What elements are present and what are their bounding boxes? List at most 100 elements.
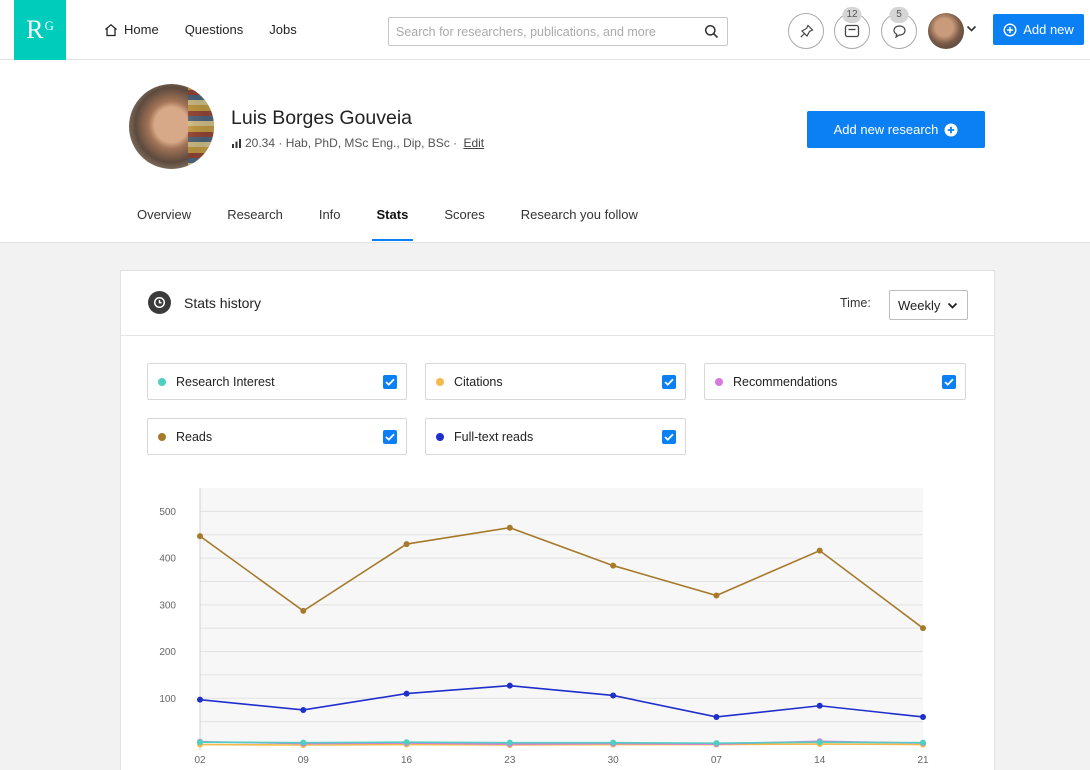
- time-select-value: Weekly: [898, 297, 941, 313]
- check-icon: [944, 378, 954, 386]
- time-select[interactable]: Weekly: [889, 290, 968, 320]
- home-icon: [105, 23, 117, 36]
- notifications-button[interactable]: 5: [881, 7, 917, 49]
- legend-dot: [158, 377, 166, 386]
- messages-button[interactable]: 12: [834, 7, 870, 49]
- bar-chart-icon: [232, 138, 241, 148]
- avatar-background: [188, 84, 214, 169]
- data-point: [610, 739, 617, 746]
- data-point: [300, 706, 307, 713]
- edit-link[interactable]: Edit: [463, 136, 484, 150]
- logo-text: R: [26, 15, 44, 44]
- chevron-down-icon[interactable]: [966, 25, 977, 33]
- x-tick-label: 21: [917, 755, 929, 766]
- data-point: [713, 592, 720, 599]
- nav-links: Home Questions Jobs: [104, 22, 323, 37]
- data-point: [506, 682, 513, 689]
- profile-name[interactable]: Luis Borges Gouveia: [231, 107, 412, 130]
- pin-icon: [799, 23, 814, 38]
- legend-label: Reads: [176, 429, 213, 444]
- search-input[interactable]: [389, 18, 689, 45]
- data-point: [506, 739, 513, 746]
- stats-line-chart: 100 200 300 400 500 02 09 16 23 30 07 14 21: [159, 488, 929, 766]
- data-point: [920, 625, 926, 632]
- legend-label: Citations: [454, 374, 503, 389]
- data-point: [610, 692, 617, 699]
- data-point: [920, 739, 926, 746]
- tab-research-you-follow[interactable]: Research you follow: [521, 207, 638, 241]
- data-point: [300, 739, 307, 746]
- stats-card-header: Stats history Time: Weekly: [121, 271, 994, 336]
- y-tick-label: 500: [159, 507, 176, 518]
- legend-research-interest[interactable]: Research Interest: [147, 363, 407, 400]
- checkbox-research-interest[interactable]: [383, 375, 397, 389]
- y-tick-label: 300: [159, 600, 176, 611]
- profile-avatar[interactable]: [129, 84, 214, 169]
- check-icon: [385, 378, 395, 386]
- nav-home[interactable]: Home: [104, 22, 159, 37]
- requests-button[interactable]: [788, 13, 824, 49]
- legend-citations[interactable]: Citations: [425, 363, 686, 400]
- x-tick-label: 23: [504, 755, 516, 766]
- profile-meta: 20.34 · Hab, PhD, MSc Eng., Dip, BSc · E…: [232, 136, 484, 150]
- x-tick-label: 16: [401, 755, 413, 766]
- tab-stats[interactable]: Stats: [371, 207, 414, 241]
- data-point: [816, 547, 823, 554]
- legend-label: Full-text reads: [454, 429, 534, 444]
- add-new-research-button[interactable]: Add new research: [807, 111, 985, 148]
- data-point: [920, 713, 926, 720]
- stats-title-text: Stats history: [184, 294, 262, 311]
- plus-circle-icon: [944, 123, 958, 136]
- data-point: [506, 524, 513, 531]
- y-tick-label: 100: [159, 694, 176, 705]
- data-point: [610, 562, 617, 569]
- tab-scores[interactable]: Scores: [444, 207, 484, 241]
- add-new-label: Add new: [1023, 22, 1074, 37]
- y-tick-label: 400: [159, 554, 176, 565]
- profile-tabs: Overview Research Info Stats Scores Rese…: [137, 207, 674, 241]
- search-box: [388, 17, 728, 46]
- nav-jobs-label: Jobs: [269, 22, 297, 37]
- time-label: Time:: [840, 296, 871, 310]
- checkbox-full-text-reads[interactable]: [662, 430, 676, 444]
- legend-full-text-reads[interactable]: Full-text reads: [425, 418, 686, 455]
- data-point: [197, 696, 203, 703]
- data-point: [197, 739, 203, 746]
- x-tick-label: 14: [814, 755, 826, 766]
- notifications-badge: 5: [889, 7, 909, 23]
- tab-overview[interactable]: Overview: [137, 207, 191, 241]
- checkbox-reads[interactable]: [383, 430, 397, 444]
- chevron-down-icon: [947, 302, 958, 309]
- data-point: [300, 607, 307, 614]
- search-icon[interactable]: [704, 24, 719, 39]
- user-avatar[interactable]: [928, 13, 964, 49]
- tab-research[interactable]: Research: [227, 207, 283, 241]
- profile-degrees: Hab, PhD, MSc Eng., Dip, BSc: [285, 136, 450, 150]
- add-new-button[interactable]: Add new: [993, 14, 1084, 45]
- data-point: [713, 740, 720, 747]
- legend-dot: [158, 432, 166, 441]
- legend-recommendations[interactable]: Recommendations: [704, 363, 966, 400]
- data-point: [816, 702, 823, 709]
- y-tick-label: 200: [159, 647, 176, 658]
- data-point: [403, 739, 410, 746]
- meta-separator-2: ·: [449, 136, 461, 150]
- data-point: [403, 690, 410, 697]
- meta-separator: ·: [275, 136, 286, 150]
- nav-jobs[interactable]: Jobs: [269, 22, 296, 37]
- logo-sup: G: [44, 18, 54, 33]
- x-tick-label: 30: [608, 755, 620, 766]
- clock-icon: [148, 291, 171, 314]
- check-icon: [385, 433, 395, 441]
- nav-questions-label: Questions: [184, 22, 244, 37]
- x-tick-label: 07: [711, 755, 723, 766]
- top-navigation: RG Home Questions Jobs 12 5 Add new: [0, 0, 1090, 60]
- nav-questions[interactable]: Questions: [185, 22, 244, 37]
- checkbox-citations[interactable]: [662, 375, 676, 389]
- checkbox-recommendations[interactable]: [942, 375, 956, 389]
- legend-dot: [436, 432, 444, 441]
- legend-reads[interactable]: Reads: [147, 418, 407, 455]
- plus-circle-icon: [1003, 22, 1017, 37]
- tab-info[interactable]: Info: [319, 207, 341, 241]
- researchgate-logo[interactable]: RG: [14, 0, 66, 60]
